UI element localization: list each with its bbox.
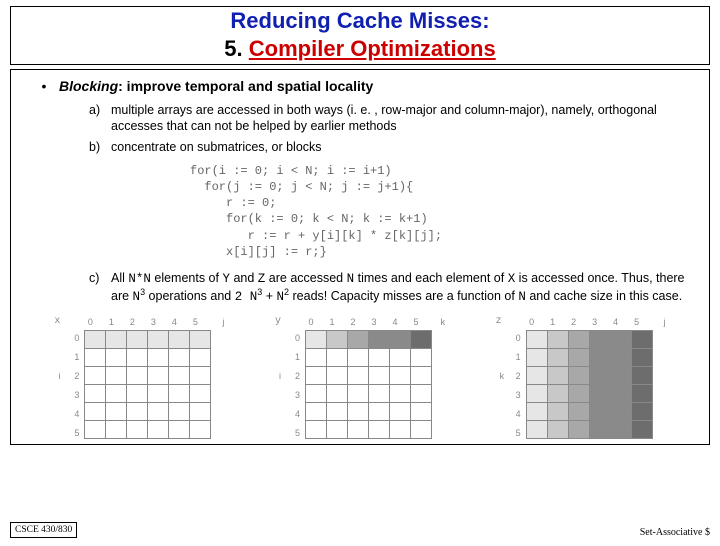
item-b-text: concentrate on submatrices, or blocks — [111, 139, 691, 155]
sub-list-c: c) All N*N elements of Y and Z are acces… — [89, 270, 691, 306]
grids-row: x j i 012345 012345 y k i 012345 012345 — [29, 316, 691, 436]
bullet-term: Blocking — [59, 78, 118, 94]
title-line1: Reducing Cache Misses: — [19, 7, 701, 35]
grid-x-rownums: 012345 — [74, 331, 79, 441]
content-box: • Blocking: improve temporal and spatial… — [10, 69, 710, 445]
grid-y-top-right: k — [440, 317, 445, 327]
bullet-text: Blocking: improve temporal and spatial l… — [59, 78, 691, 94]
title-line2: 5. Compiler Optimizations — [19, 35, 701, 63]
grid-z-table — [526, 330, 653, 439]
item-b-marker: b) — [89, 139, 111, 155]
title-num: 5. — [224, 36, 242, 61]
footer-right: Set-Associative $ — [640, 527, 710, 538]
item-a-text: multiple arrays are accessed in both way… — [111, 102, 691, 135]
grid-z: z j k 012345 012345 — [496, 316, 666, 436]
grid-y-table — [305, 330, 432, 439]
grid-z-colnums: 012345 — [526, 317, 643, 327]
grid-x: x j i 012345 012345 — [54, 316, 224, 436]
grid-y: y k i 012345 012345 — [275, 316, 445, 436]
grid-x-colnums: 012345 — [84, 317, 201, 327]
item-c-text: All N*N elements of Y and Z are accessed… — [111, 270, 691, 306]
grid-z-label: z — [496, 316, 502, 327]
grid-y-label: y — [275, 316, 281, 327]
grid-x-top-right: j — [222, 317, 224, 327]
grid-z-top-right: j — [664, 317, 666, 327]
grid-y-rownums: 012345 — [295, 331, 300, 441]
grid-y-side: i — [279, 371, 281, 381]
grid-z-rownums: 012345 — [516, 331, 521, 441]
code-block: for(i := 0; i < N; i := i+1) for(j := 0;… — [190, 163, 530, 260]
item-c: c) All N*N elements of Y and Z are acces… — [89, 270, 691, 306]
footer-left: CSCE 430/830 — [10, 522, 77, 538]
bullet-rest: : improve temporal and spatial locality — [118, 78, 373, 94]
grid-z-side: k — [500, 371, 505, 381]
title-box: Reducing Cache Misses: 5. Compiler Optim… — [10, 6, 710, 65]
grid-y-colnums: 012345 — [305, 317, 422, 327]
bullet-marker: • — [29, 78, 59, 94]
grid-x-table — [84, 330, 211, 439]
sub-list: a) multiple arrays are accessed in both … — [89, 102, 691, 155]
bullet-blocking: • Blocking: improve temporal and spatial… — [29, 78, 691, 94]
item-a-marker: a) — [89, 102, 111, 135]
item-b: b) concentrate on submatrices, or blocks — [89, 139, 691, 155]
grid-x-label: x — [54, 316, 60, 327]
item-c-marker: c) — [89, 270, 111, 306]
item-a: a) multiple arrays are accessed in both … — [89, 102, 691, 135]
title-line2-text: Compiler Optimizations — [249, 36, 496, 61]
grid-x-side: i — [58, 371, 60, 381]
